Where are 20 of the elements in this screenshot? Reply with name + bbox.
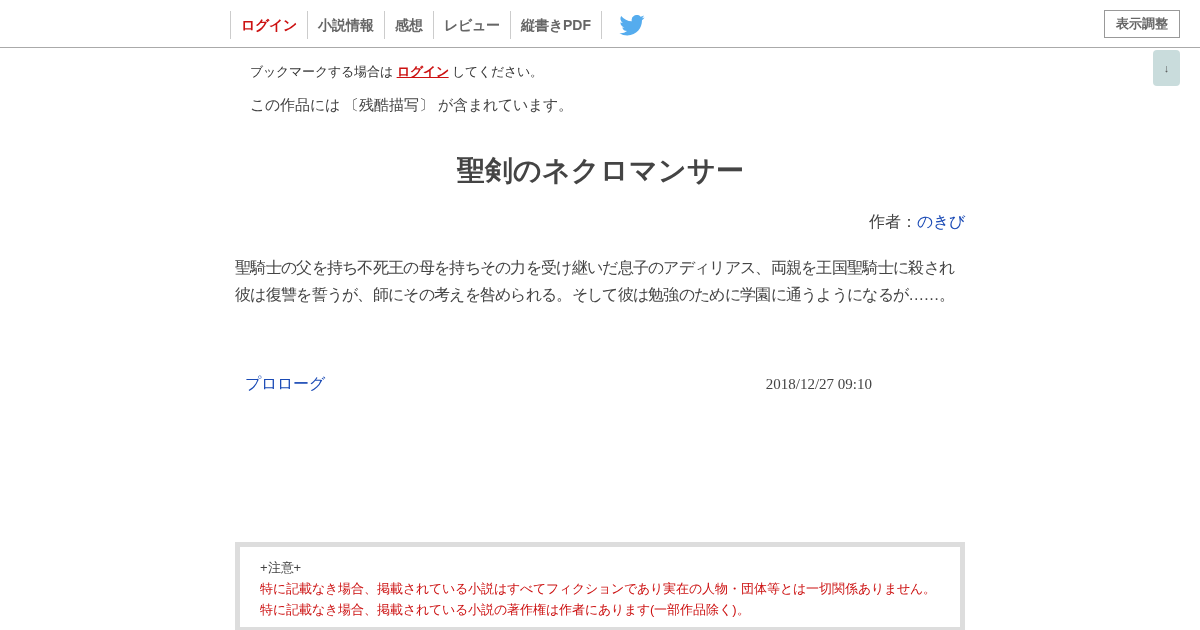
author-label: 作者：	[869, 212, 917, 232]
notice-text: 特に記載なき場合、掲載されている小説の著作権は作者にあります(一部作品除く)。	[260, 601, 751, 619]
twitter-bird-icon[interactable]	[619, 14, 645, 36]
novel-title: 聖剣のネクロマンサー	[455, 154, 745, 188]
nav-link[interactable]: ログイン	[230, 11, 307, 39]
notice-heading: +注意+	[260, 559, 303, 577]
chapter-date: 2018/12/27 09:10	[765, 374, 872, 394]
notice-text: 特に記載なき場合、掲載されている小説はすべてフィクションであり実在の人物・団体等とは一切関係ありません。	[260, 580, 937, 598]
nav-link[interactable]: 縦書きPDF	[510, 11, 601, 39]
bookmark-notice: ブックマークする場合は ログイン してください。	[250, 63, 545, 81]
nav-link[interactable]: 小説情報	[307, 11, 384, 39]
nav-link[interactable]: 感想	[384, 11, 433, 39]
scroll-down-button[interactable]: ↓	[1153, 50, 1180, 86]
display-settings-button[interactable]: 表示調整	[1104, 10, 1180, 38]
nav-link[interactable]: レビュー	[433, 11, 510, 39]
login-link[interactable]: ログイン	[396, 64, 449, 79]
chapter-link[interactable]: プロローグ	[245, 372, 325, 396]
synopsis: 聖騎士の父を持ち不死王の母を持ちその力を受け継いだ息子のアディリアス、両親を王国聖騎士に殺され彼は復讐を誓うが、師にその考えを咎められる。そして彼は勉強のために学園に通うようになるが……。	[235, 258, 956, 305]
author-link[interactable]: のきび	[917, 210, 965, 234]
content-warning: この作品には 〔残酷描写〕 が含まれています。	[250, 94, 575, 115]
